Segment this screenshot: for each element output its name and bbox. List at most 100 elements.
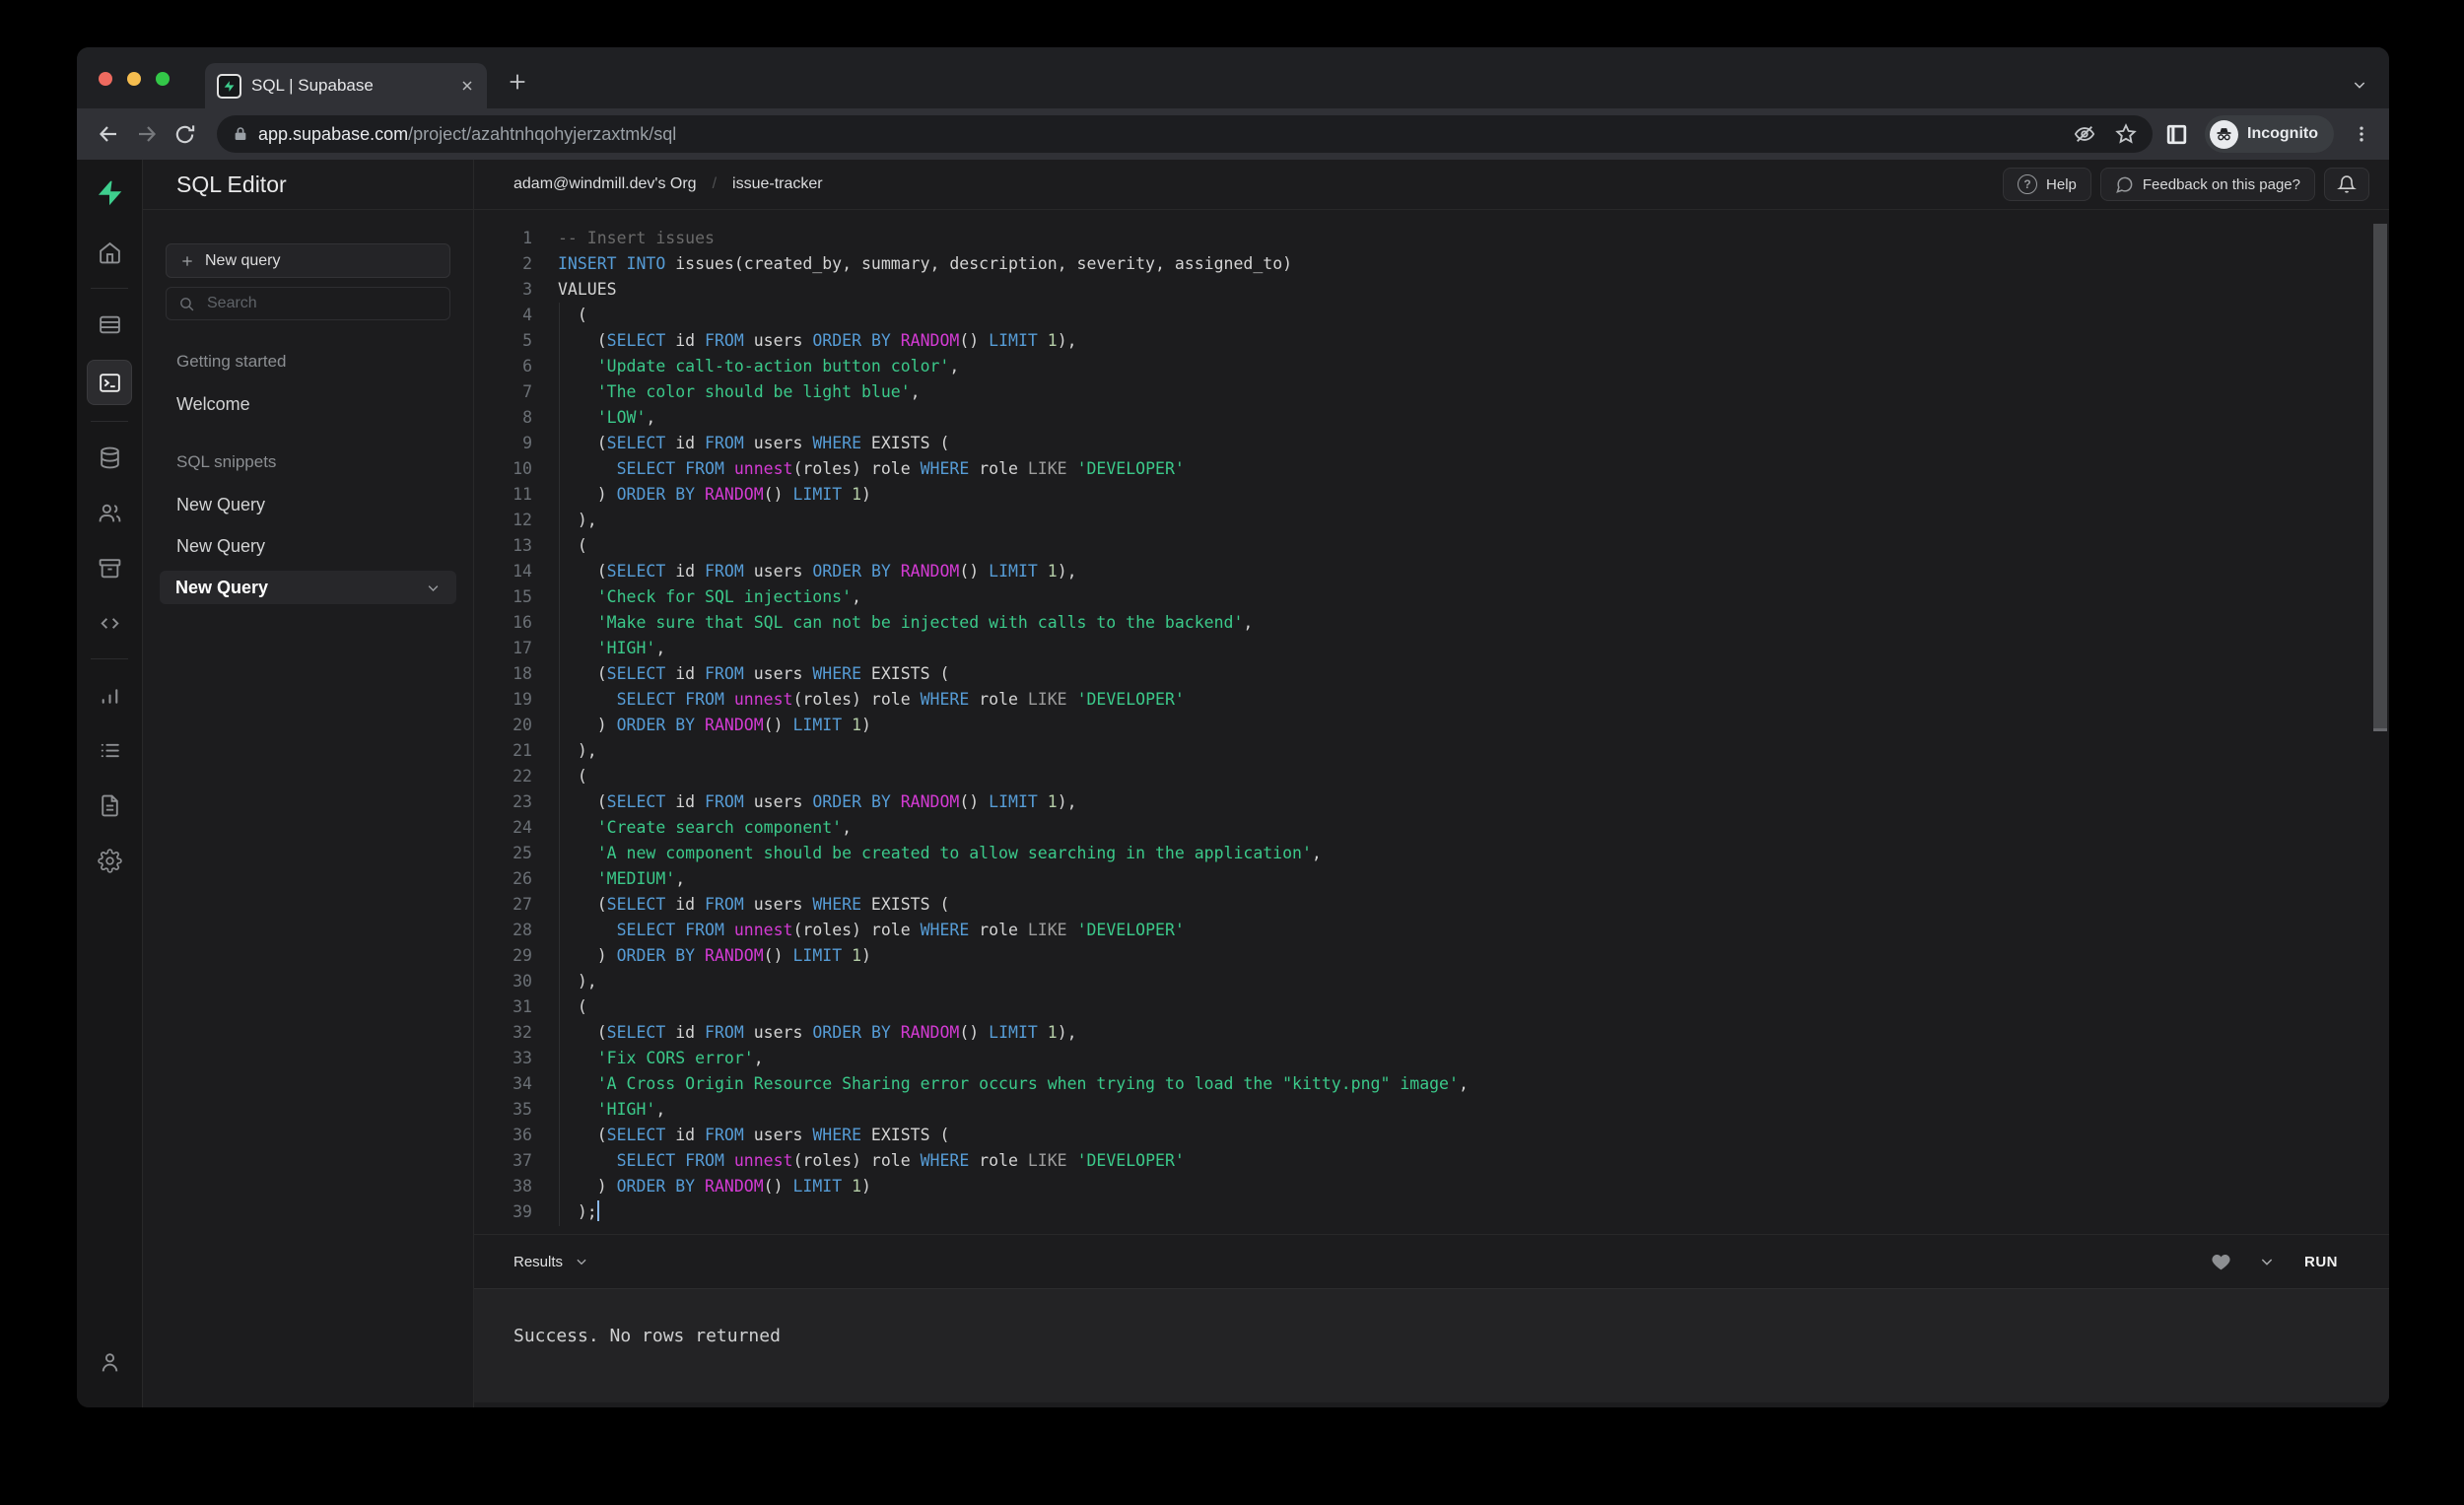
reports-icon[interactable] [88,675,131,715]
database-icon[interactable] [88,438,131,477]
sql-code-editor[interactable]: 1 2 3 4 5 6 7 8 9 10 11 12 13 14 15 16 17 18 19 20 21 22 23 24 2… [474,210,2389,1234]
run-button[interactable]: RUN [2304,1254,2338,1270]
account-icon[interactable] [88,1342,131,1382]
code-line[interactable]: 'Check for SQL injections', [558,584,2389,610]
line-number: 1 [522,229,532,247]
code-line[interactable]: 'Update call-to-action button color', [558,354,2389,379]
code-line[interactable]: 'HIGH', [558,636,2389,661]
code-line[interactable]: ) ORDER BY RANDOM() LIMIT 1) [558,482,2389,508]
line-number: 33 [513,1049,532,1067]
notifications-button[interactable] [2324,168,2369,201]
code-line[interactable]: ) ORDER BY RANDOM() LIMIT 1) [558,1174,2389,1199]
breadcrumb-separator: / [712,175,718,192]
browser-tab[interactable]: SQL | Supabase [205,63,487,108]
code-line[interactable]: INSERT INTO issues(created_by, summary, … [558,251,2389,277]
editor-scrollbar[interactable] [2373,224,2387,1234]
results-dropdown[interactable]: Results [513,1254,588,1270]
code-line[interactable]: (SELECT id FROM users WHERE EXISTS ( [558,1123,2389,1148]
code-line[interactable]: ), [558,508,2389,533]
side-panel-icon[interactable] [2164,122,2189,147]
code-line[interactable]: ), [558,969,2389,994]
docs-icon[interactable] [88,786,131,825]
scrollbar-thumb[interactable] [2373,224,2387,731]
code-line[interactable]: ); [558,1199,2389,1225]
sql-editor-icon[interactable] [87,360,132,405]
snippet-item-label: New Query [175,577,269,597]
snippet-item[interactable]: New Query [166,525,450,567]
forward-icon[interactable] [135,122,159,146]
incognito-badge[interactable]: Incognito [2205,115,2334,153]
settings-gear-icon[interactable] [88,841,131,880]
lock-icon [233,126,248,142]
search-input[interactable] [205,294,438,313]
breadcrumb-org[interactable]: adam@windmill.dev's Org [513,175,697,193]
line-number: 21 [513,741,532,760]
search-field[interactable] [166,287,450,320]
supabase-logo[interactable] [96,179,123,207]
code-line[interactable]: 'A new component should be created to al… [558,841,2389,866]
snippet-item[interactable]: Welcome [166,383,450,425]
code-line[interactable]: (SELECT id FROM users WHERE EXISTS ( [558,431,2389,456]
code-line[interactable]: 'Make sure that SQL can not be injected … [558,610,2389,636]
code-line[interactable]: ( [558,994,2389,1020]
browser-tab-strip: SQL | Supabase [77,47,2389,108]
snippet-item[interactable]: New Query [160,571,456,604]
code-lines[interactable]: -- Insert issues INSERT INTO issues(creat… [558,226,2389,1234]
code-line[interactable]: (SELECT id FROM users ORDER BY RANDOM() … [558,559,2389,584]
code-line[interactable]: 'A Cross Origin Resource Sharing error o… [558,1071,2389,1097]
incognito-icon [2210,119,2239,149]
code-line[interactable]: ) ORDER BY RANDOM() LIMIT 1) [558,713,2389,738]
code-line[interactable]: 'MEDIUM', [558,866,2389,892]
code-line[interactable]: 'Create search component', [558,815,2389,841]
code-line[interactable]: ( [558,764,2389,789]
new-query-button[interactable]: New query [166,243,450,278]
line-number: 16 [513,613,532,632]
code-line[interactable]: SELECT FROM unnest(roles) role WHERE rol… [558,687,2389,713]
bottom-strip [474,1402,2389,1407]
eye-off-icon[interactable] [2074,123,2095,145]
code-line[interactable]: 'The color should be light blue', [558,379,2389,405]
line-number: 3 [522,280,532,299]
new-tab-plus-icon[interactable] [507,71,528,93]
minimize-window-button[interactable] [127,72,141,86]
tab-strip-chevron-icon[interactable] [2352,77,2367,93]
snippet-item[interactable]: New Query [166,484,450,525]
back-icon[interactable] [97,122,120,146]
code-line[interactable]: (SELECT id FROM users ORDER BY RANDOM() … [558,789,2389,815]
storage-icon[interactable] [88,548,131,587]
logs-icon[interactable] [88,730,131,770]
code-line[interactable]: VALUES [558,277,2389,303]
code-line[interactable]: (SELECT id FROM users ORDER BY RANDOM() … [558,328,2389,354]
code-line[interactable]: (SELECT id FROM users WHERE EXISTS ( [558,661,2389,687]
code-line[interactable]: 'LOW', [558,405,2389,431]
code-line[interactable]: (SELECT id FROM users WHERE EXISTS ( [558,892,2389,918]
tab-close-icon[interactable] [459,78,475,94]
code-line[interactable]: ) ORDER BY RANDOM() LIMIT 1) [558,943,2389,969]
zoom-window-button[interactable] [156,72,170,86]
auth-users-icon[interactable] [88,493,131,532]
code-line[interactable]: 'Fix CORS error', [558,1046,2389,1071]
help-button[interactable]: Help [2003,168,2091,201]
close-window-button[interactable] [99,72,112,86]
code-line[interactable]: -- Insert issues [558,226,2389,251]
code-line[interactable]: 'HIGH', [558,1097,2389,1123]
code-line[interactable]: SELECT FROM unnest(roles) role WHERE rol… [558,918,2389,943]
run-options-chevron-icon[interactable] [2259,1254,2275,1269]
home-icon[interactable] [88,233,131,272]
table-editor-icon[interactable] [88,305,131,344]
code-line[interactable]: ( [558,533,2389,559]
help-button-label: Help [2046,175,2077,193]
code-line[interactable]: SELECT FROM unnest(roles) role WHERE rol… [558,1148,2389,1174]
favorite-heart-icon[interactable] [2211,1252,2231,1272]
code-line[interactable]: (SELECT id FROM users ORDER BY RANDOM() … [558,1020,2389,1046]
code-line[interactable]: ), [558,738,2389,764]
api-code-icon[interactable] [88,603,131,643]
menu-dots-icon[interactable] [2352,124,2371,144]
url-bar[interactable]: app.supabase.com /project/azahtnhqohyjer… [217,115,2154,153]
code-line[interactable]: ( [558,303,2389,328]
feedback-button[interactable]: Feedback on this page? [2099,168,2315,201]
breadcrumb-project[interactable]: issue-tracker [732,175,823,193]
code-line[interactable]: SELECT FROM unnest(roles) role WHERE rol… [558,456,2389,482]
bookmark-star-icon[interactable] [2115,123,2137,145]
reload-icon[interactable] [173,123,196,146]
